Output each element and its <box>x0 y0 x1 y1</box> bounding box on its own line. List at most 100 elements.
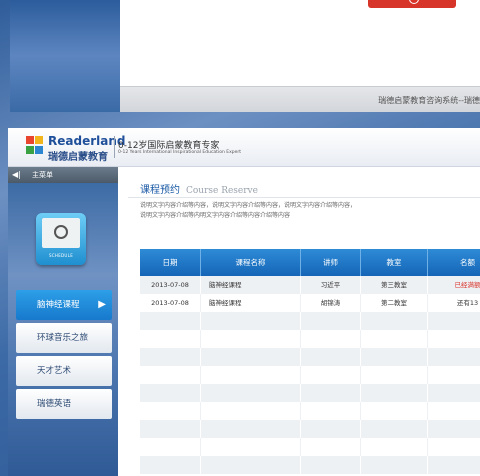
previous-content: …………………… <box>120 0 480 86</box>
sidebar-item-label: 环球音乐之旅 <box>37 333 89 343</box>
empty-table-row <box>140 456 480 474</box>
table-cell <box>201 420 301 438</box>
table-cell: 第二教室 <box>361 294 428 312</box>
table-cell <box>361 438 428 456</box>
table-cell <box>201 402 301 420</box>
empty-table-row <box>140 420 480 438</box>
page-title-en: Course Reserve <box>186 186 258 196</box>
sidebar-item-english[interactable]: 瑞德英语 <box>16 389 112 419</box>
empty-table-row <box>140 438 480 456</box>
empty-table-row <box>140 384 480 402</box>
table-cell <box>428 402 480 420</box>
table-cell <box>201 348 301 366</box>
header-divider <box>114 136 115 158</box>
table-cell <box>361 402 428 420</box>
table-cell <box>361 330 428 348</box>
table-cell <box>428 420 480 438</box>
table-cell <box>140 420 201 438</box>
table-cell <box>201 384 301 402</box>
table-cell <box>301 456 361 474</box>
table-cell <box>140 402 201 420</box>
previous-sidebar <box>10 0 120 112</box>
table-cell <box>428 330 480 348</box>
table-cell <box>201 438 301 456</box>
main-content: 课程预约 Course Reserve 说明文字内容介绍等内容，说明文字内容介绍等… <box>118 167 480 476</box>
table-cell <box>361 420 428 438</box>
table-cell <box>201 456 301 474</box>
column-header-course[interactable]: 课程名称 <box>201 249 301 276</box>
table-cell <box>361 312 428 330</box>
sidebar-item-label: 瑞德英语 <box>37 399 72 409</box>
empty-table-row <box>140 366 480 384</box>
sidebar: ◀| 主菜单 SCHEDULE 脑神经课程 ▶ 环球音乐之旅 天才艺术 瑞德英语 <box>8 167 118 476</box>
table-cell <box>301 384 361 402</box>
table-cell <box>301 330 361 348</box>
description-line: 说明文字内容介绍等内容，说明文字内容介绍等内容，说明文字内容介绍等内容， <box>140 202 357 209</box>
table-cell: 第三教室 <box>361 276 428 294</box>
table-cell <box>361 456 428 474</box>
table-cell <box>201 312 301 330</box>
collapse-arrow-icon[interactable]: ◀| <box>12 170 21 179</box>
table-cell <box>140 366 201 384</box>
page-title-cn: 课程预约 <box>140 185 180 196</box>
sidebar-item-label: 天才艺术 <box>37 366 72 376</box>
table-cell <box>428 438 480 456</box>
table-cell <box>301 438 361 456</box>
table-cell: 脑神经课程 <box>201 294 301 312</box>
table-cell <box>428 456 480 474</box>
previous-footer-text: 瑞德启蒙教育咨询系统--瑞德 <box>378 96 480 105</box>
table-cell <box>361 366 428 384</box>
app-window: Readerland 瑞德启蒙教育 0-12岁国际启蒙教育专家 0-12 Yea… <box>8 128 480 476</box>
table-cell <box>428 348 480 366</box>
reservation-table: 日期 课程名称 讲师 教室 名额 2013-07-08 脑神经课程 习近平 第三教室已… <box>140 249 480 476</box>
column-header-teacher[interactable]: 讲师 <box>301 249 361 276</box>
table-row[interactable]: 2013-07-08 脑神经课程 胡锦涛 第二教室 还有13 <box>140 294 480 312</box>
title-divider <box>128 197 480 198</box>
table-cell <box>428 312 480 330</box>
page-description: 说明文字内容介绍等内容，说明文字内容介绍等内容，说明文字内容介绍等内容， 说明文… <box>140 201 480 221</box>
table-cell <box>140 330 201 348</box>
table-cell <box>428 384 480 402</box>
table-cell: 2013-07-08 <box>140 294 201 312</box>
main-menu-header[interactable]: ◀| 主菜单 <box>8 167 118 183</box>
previous-partial-text: …………………… <box>270 0 342 2</box>
sidebar-item-label: 脑神经课程 <box>37 300 80 310</box>
column-header-quota[interactable]: 名额 <box>428 249 480 276</box>
table-cell: 还有13 <box>428 294 480 312</box>
table-cell: 胡锦涛 <box>301 294 361 312</box>
arrow-circle-icon <box>409 0 419 4</box>
table-header: 日期 课程名称 讲师 教室 名额 <box>140 249 480 276</box>
chevron-right-icon: ▶ <box>98 299 106 310</box>
previous-reserve-button[interactable] <box>368 0 456 8</box>
logo-icon <box>26 136 44 156</box>
empty-table-row <box>140 402 480 420</box>
table-cell <box>201 330 301 348</box>
sidebar-item-brain-course[interactable]: 脑神经课程 ▶ <box>16 290 112 320</box>
table-cell <box>140 456 201 474</box>
empty-table-row <box>140 312 480 330</box>
empty-table-row <box>140 330 480 348</box>
table-cell <box>361 384 428 402</box>
table-cell <box>140 348 201 366</box>
app-header: Readerland 瑞德启蒙教育 0-12岁国际启蒙教育专家 0-12 Yea… <box>8 128 480 167</box>
table-cell: 脑神经课程 <box>201 276 301 294</box>
table-cell <box>428 366 480 384</box>
sidebar-item-genius-art[interactable]: 天才艺术 <box>16 356 112 386</box>
table-cell <box>301 366 361 384</box>
table-row[interactable]: 2013-07-08 脑神经课程 习近平 第三教室 已经满额 <box>140 276 480 294</box>
table-cell <box>140 384 201 402</box>
column-header-classroom[interactable]: 教室 <box>361 249 428 276</box>
previous-footer: 瑞德启蒙教育咨询系统--瑞德 <box>120 86 480 112</box>
table-cell <box>301 420 361 438</box>
quota-full-status: 已经满额 <box>428 276 480 294</box>
main-menu-label: 主菜单 <box>32 171 53 179</box>
slogan-en: 0-12 Years International Inspirational E… <box>118 150 241 155</box>
table-cell <box>140 438 201 456</box>
column-header-date[interactable]: 日期 <box>140 249 201 276</box>
table-cell: 2013-07-08 <box>140 276 201 294</box>
table-cell <box>201 366 301 384</box>
schedule-label: SCHEDULE <box>48 253 74 258</box>
page-title: 课程预约 Course Reserve <box>140 181 258 196</box>
sidebar-item-music-tour[interactable]: 环球音乐之旅 <box>16 323 112 353</box>
description-line: 说明文字内容介绍等内明文字内容介绍等内容介绍等内容 <box>140 212 291 219</box>
